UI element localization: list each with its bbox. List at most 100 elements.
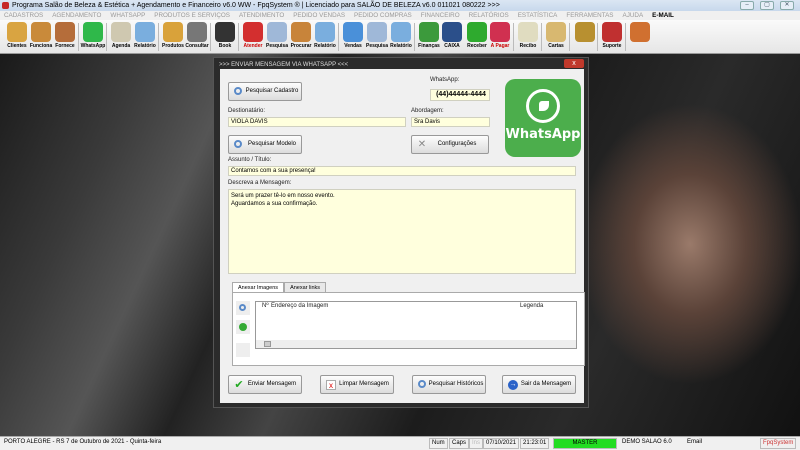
menu-produtos-e-servi-os[interactable]: PRODUTOS E SERVIÇOS	[154, 11, 230, 20]
minimize-button[interactable]: –	[740, 1, 754, 10]
whatsapp-logo-text: WhatsApp	[505, 127, 581, 142]
menu-ajuda[interactable]: AJUDA	[623, 11, 644, 20]
status-location-date: PORTO ALEGRE - RS 7 de Outubro de 2021 -…	[4, 439, 162, 445]
toolbar-fornece-button[interactable]: Fornece	[53, 22, 77, 53]
horizontal-scrollbar[interactable]	[256, 340, 576, 348]
cartas-icon	[546, 22, 566, 42]
message-textarea[interactable]: Será um prazer tê-lo em nosso evento. Ag…	[228, 189, 576, 274]
search-template-label: Pesquisar Modelo	[247, 141, 297, 147]
menu-relat-rios[interactable]: RELATÓRIOS	[469, 11, 509, 20]
funciona-icon	[31, 22, 51, 42]
status-time: 21:23:01	[520, 438, 550, 449]
images-grid[interactable]: Nº Endereço da Imagem Legenda	[255, 301, 577, 349]
subject-field[interactable]: Contamos com a sua presença!	[228, 166, 576, 176]
magnifier-icon	[239, 304, 246, 311]
caixa-icon	[442, 22, 462, 42]
clear-label: Limpar Mensagem	[339, 381, 389, 387]
relat-rio-icon	[135, 22, 155, 42]
agenda-icon	[111, 22, 131, 42]
exit-message-button[interactable]: → Sair da Mensagem	[502, 375, 576, 394]
search-contact-label: Pesquisar Cadastro	[245, 88, 299, 94]
toolbar-book-button[interactable]: Book	[213, 22, 237, 53]
finan-as-icon	[419, 22, 439, 42]
pesquisa-icon	[267, 22, 287, 42]
settings-button[interactable]: ✕ Configurações	[411, 135, 489, 154]
toolbar-item-24-button[interactable]	[628, 22, 652, 53]
magnifier-icon	[234, 87, 242, 95]
tools-icon: ✕	[417, 139, 427, 150]
toolbar-cartas-button[interactable]: Cartas	[544, 22, 568, 53]
toolbar-label: Suporte	[602, 43, 622, 49]
blank-button[interactable]	[236, 343, 250, 357]
whatsapp-icon	[83, 22, 103, 42]
status-bar: PORTO ALEGRE - RS 7 de Outubro de 2021 -…	[0, 436, 800, 450]
clear-message-button[interactable]: x Limpar Mensagem	[320, 375, 394, 394]
whatsapp-phone-icon	[526, 89, 560, 123]
relat-rio-icon	[315, 22, 335, 42]
toolbar-recibo-button[interactable]: Recibo	[516, 22, 540, 53]
menu-agendamento[interactable]: AGENDAMENTO	[52, 11, 101, 20]
settings-label: Configurações	[437, 141, 477, 147]
toolbar-item-22-button[interactable]	[573, 22, 597, 53]
menu-pedido-compras[interactable]: PEDIDO COMPRAS	[354, 11, 412, 20]
dialog-close-button[interactable]: x	[564, 59, 584, 68]
approach-label: Abordagem:	[411, 108, 444, 114]
toolbar: Clientes Funciona Fornece WhatsApp Agenda Rel…	[0, 20, 800, 54]
message-label: Descreva a Mensagem:	[228, 180, 292, 186]
exit-label: Sair da Mensagem	[520, 381, 572, 387]
col-number[interactable]: Nº	[262, 303, 269, 309]
arrow-right-circle-icon: →	[508, 380, 518, 390]
menu-e-mail[interactable]: E-MAIL	[652, 11, 674, 20]
recibo-icon	[518, 22, 538, 42]
atender-icon	[243, 22, 263, 42]
toolbar-relat-rio-button[interactable]: Relatório	[313, 22, 337, 53]
status-email[interactable]: Email	[685, 438, 704, 449]
whatsapp-label: WhatsApp:	[430, 77, 460, 83]
col-caption[interactable]: Legenda	[520, 303, 543, 309]
menu-estat-stica[interactable]: ESTATÍSTICA	[518, 11, 558, 20]
magnifier-icon	[234, 140, 242, 148]
send-message-button[interactable]: ✔ Enviar Mensagem	[228, 375, 302, 394]
menu-whatsapp[interactable]: WHATSAPP	[110, 11, 145, 20]
menu-atendimento[interactable]: ATENDIMENTO	[239, 11, 284, 20]
scrollbar-thumb[interactable]	[264, 341, 271, 347]
search-image-button[interactable]	[236, 301, 250, 315]
toolbar-whatsapp-button[interactable]: WhatsApp	[81, 22, 105, 53]
toolbar-consultar-button[interactable]: Consultar	[185, 22, 209, 53]
status-brand: FpqSystem	[760, 438, 797, 449]
menu-financeiro[interactable]: FINANCEIRO	[421, 11, 460, 20]
toolbar-suporte-button[interactable]: Suporte	[600, 22, 624, 53]
attach-images-panel: Nº Endereço da Imagem Legenda	[232, 292, 585, 366]
tab-attach-links[interactable]: Anexar links	[284, 282, 327, 292]
search-history-button[interactable]: Pesquisar Históricos	[412, 375, 486, 394]
title-bar: Programa Salão de Beleza & Estética + Ag…	[0, 0, 800, 11]
recipient-label: Destionatário:	[228, 108, 266, 114]
menu-cadastros[interactable]: CADASTROS	[4, 11, 43, 20]
menu-pedido-vendas[interactable]: PEDIDO VENDAS	[293, 11, 345, 20]
recipient-field[interactable]: VIOLA DAVIS	[228, 117, 406, 127]
item-22-icon	[575, 22, 595, 42]
whatsapp-number-field[interactable]: (44)44444-4444	[430, 89, 490, 101]
toolbar-relat-rio-button[interactable]: Relatório	[133, 22, 157, 53]
col-image-address[interactable]: Endereço da Imagem	[271, 303, 328, 309]
fornece-icon	[55, 22, 75, 42]
close-button[interactable]: ✕	[780, 1, 794, 10]
toolbar-label: Cartas	[548, 43, 564, 49]
receber-icon	[467, 22, 487, 42]
send-label: Enviar Mensagem	[247, 381, 297, 387]
toolbar-a-pagar-button[interactable]: A Pagar	[488, 22, 512, 53]
status-user: MASTER	[553, 438, 617, 449]
app-icon	[2, 2, 9, 9]
green-circle-icon	[239, 323, 247, 331]
menu-ferramentas[interactable]: FERRAMENTAS	[566, 11, 613, 20]
consultar-icon	[187, 22, 207, 42]
maximize-button[interactable]: ▢	[760, 1, 774, 10]
item-24-icon	[630, 22, 650, 42]
search-template-button[interactable]: Pesquisar Modelo	[228, 135, 302, 154]
history-label: Pesquisar Históricos	[428, 381, 484, 387]
remove-image-button[interactable]	[236, 320, 250, 334]
delete-file-icon: x	[326, 380, 336, 390]
search-contact-button[interactable]: Pesquisar Cadastro	[228, 82, 302, 101]
toolbar-relat-rio-button[interactable]: Relatório	[389, 22, 413, 53]
approach-field[interactable]: Sra Davis	[411, 117, 490, 127]
